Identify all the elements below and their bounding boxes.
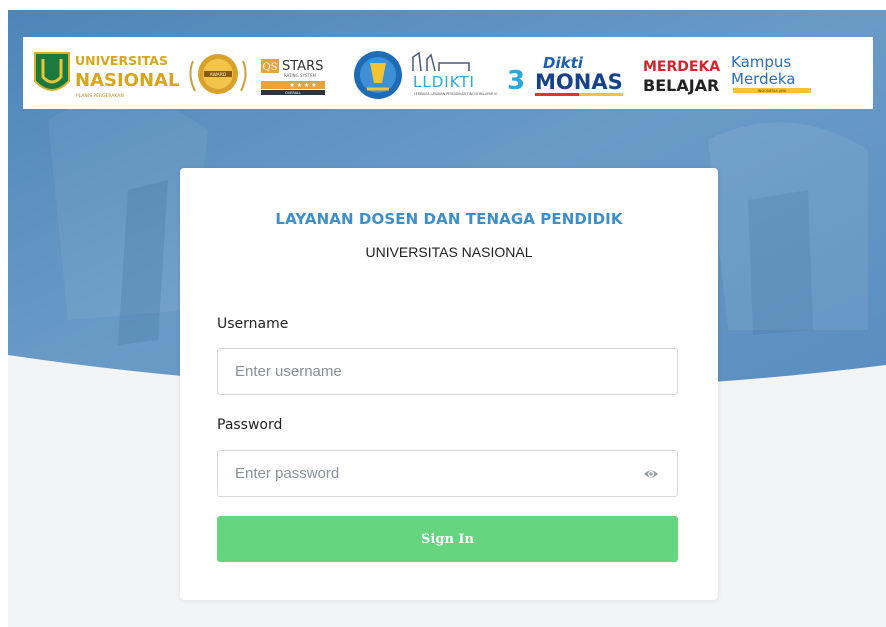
- award-medal: AWARD: [179, 43, 257, 103]
- merdeka-line1: MERDEKA: [643, 59, 720, 75]
- merdeka-line2: BELAJAR: [643, 76, 719, 95]
- qs-stars-logo: QS STARS RATING SYSTEM ★ ★ ★ ★ OVERALL: [257, 43, 347, 103]
- password-input[interactable]: [217, 450, 678, 497]
- unas-logo-line1: UNIVERSITAS: [75, 53, 168, 68]
- lldikti-line1: LLDIKTI: [413, 73, 475, 91]
- kampus-merdeka-logo: Kampus Merdeka INDONESIA JAYA: [727, 43, 819, 103]
- lldikti-number: 3: [507, 66, 525, 96]
- kampus-line2: Merdeka: [731, 70, 795, 88]
- tut-wuri-handayani-logo: [347, 43, 409, 103]
- login-card: LAYANAN DOSEN DAN TENAGA PENDIDIK UNIVER…: [180, 168, 718, 600]
- qs-stars-line3: OVERALL: [285, 91, 301, 95]
- kampus-line3: INDONESIA JAYA: [758, 89, 787, 93]
- page-title: LAYANAN DOSEN DAN TENAGA PENDIDIK: [275, 210, 623, 228]
- award-medal-text: AWARD: [210, 72, 227, 78]
- login-page: UNIVERSITAS NASIONAL PLANIS PERGERAKAN A…: [0, 0, 886, 627]
- sign-in-button[interactable]: Sign In: [217, 516, 678, 562]
- unas-logo-line2: NASIONAL: [75, 70, 179, 91]
- username-input[interactable]: [217, 348, 678, 395]
- lldikti3-logo: LLDIKTI 3 LEMBAGA LAYANAN PENDIDIKAN TIN…: [409, 43, 529, 103]
- svg-text:★ ★ ★ ★: ★ ★ ★ ★: [289, 82, 316, 89]
- qs-mark: QS: [262, 62, 277, 73]
- qs-stars-line2: RATING SYSTEM: [284, 73, 317, 78]
- username-label: Username: [217, 316, 289, 332]
- eye-icon[interactable]: [642, 465, 660, 483]
- lldikti-line2: LEMBAGA LAYANAN PENDIDIKAN TINGGI WILAYA…: [414, 92, 497, 96]
- dikti-monas-line2: MONAS: [535, 70, 623, 94]
- page-background: UNIVERSITAS NASIONAL PLANIS PERGERAKAN A…: [8, 10, 886, 627]
- unas-logo: UNIVERSITAS NASIONAL PLANIS PERGERAKAN: [29, 43, 179, 103]
- unas-logo-line3: PLANIS PERGERAKAN: [76, 93, 124, 99]
- qs-stars-line1: STARS: [282, 59, 323, 74]
- merdeka-belajar-logo: MERDEKA BELAJAR: [639, 43, 727, 103]
- page-subtitle: UNIVERSITAS NASIONAL: [365, 244, 533, 260]
- password-label: Password: [217, 417, 283, 433]
- partner-logo-banner: UNIVERSITAS NASIONAL PLANIS PERGERAKAN A…: [23, 37, 873, 109]
- dikti-monas-logo: Dikti MONAS: [529, 43, 639, 103]
- kampus-line1: Kampus: [731, 53, 791, 71]
